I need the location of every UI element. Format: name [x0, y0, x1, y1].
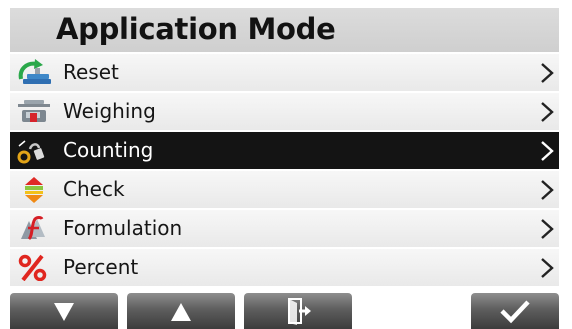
chevron-right-icon — [540, 218, 554, 240]
up-arrow-icon — [127, 297, 235, 327]
chevron-right-icon — [540, 62, 554, 84]
menu-item-counting[interactable]: Counting — [10, 132, 559, 171]
menu-item-formulation[interactable]: Formulation — [10, 210, 559, 249]
menu-item-check[interactable]: Check — [10, 171, 559, 210]
chevron-right-icon — [540, 179, 554, 201]
check-arrows-icon — [15, 176, 53, 203]
application-mode-screen: Application Mode Reset Weighing Counting… — [10, 8, 559, 329]
menu-item-reset[interactable]: Reset — [10, 54, 559, 93]
softkey-bar — [10, 293, 559, 329]
exit-icon — [244, 296, 352, 326]
scroll-up-button[interactable] — [127, 293, 235, 329]
page-title: Application Mode — [56, 12, 336, 46]
menu-item-percent[interactable]: Percent — [10, 249, 559, 288]
menu-item-label: Percent — [63, 255, 139, 279]
counting-weights-icon — [15, 137, 53, 164]
menu-item-label: Counting — [63, 138, 154, 162]
down-arrow-icon — [10, 297, 118, 327]
reset-icon — [15, 59, 53, 86]
menu-item-label: Weighing — [63, 99, 156, 123]
menu-item-label: Formulation — [63, 216, 183, 240]
title-bar: Application Mode — [10, 8, 559, 52]
scroll-down-button[interactable] — [10, 293, 118, 329]
chevron-right-icon — [540, 101, 554, 123]
formulation-icon — [15, 215, 53, 242]
menu-item-label: Reset — [63, 60, 119, 84]
chevron-right-icon — [540, 257, 554, 279]
percent-icon — [15, 254, 53, 281]
confirm-button[interactable] — [471, 293, 559, 329]
checkmark-icon — [471, 296, 559, 326]
menu-item-weighing[interactable]: Weighing — [10, 93, 559, 132]
exit-button[interactable] — [244, 293, 352, 329]
weighing-scale-icon — [15, 98, 53, 125]
application-mode-list: Reset Weighing Counting Check Formulatio… — [10, 54, 559, 288]
menu-item-label: Check — [63, 177, 125, 201]
chevron-right-icon — [540, 140, 554, 162]
